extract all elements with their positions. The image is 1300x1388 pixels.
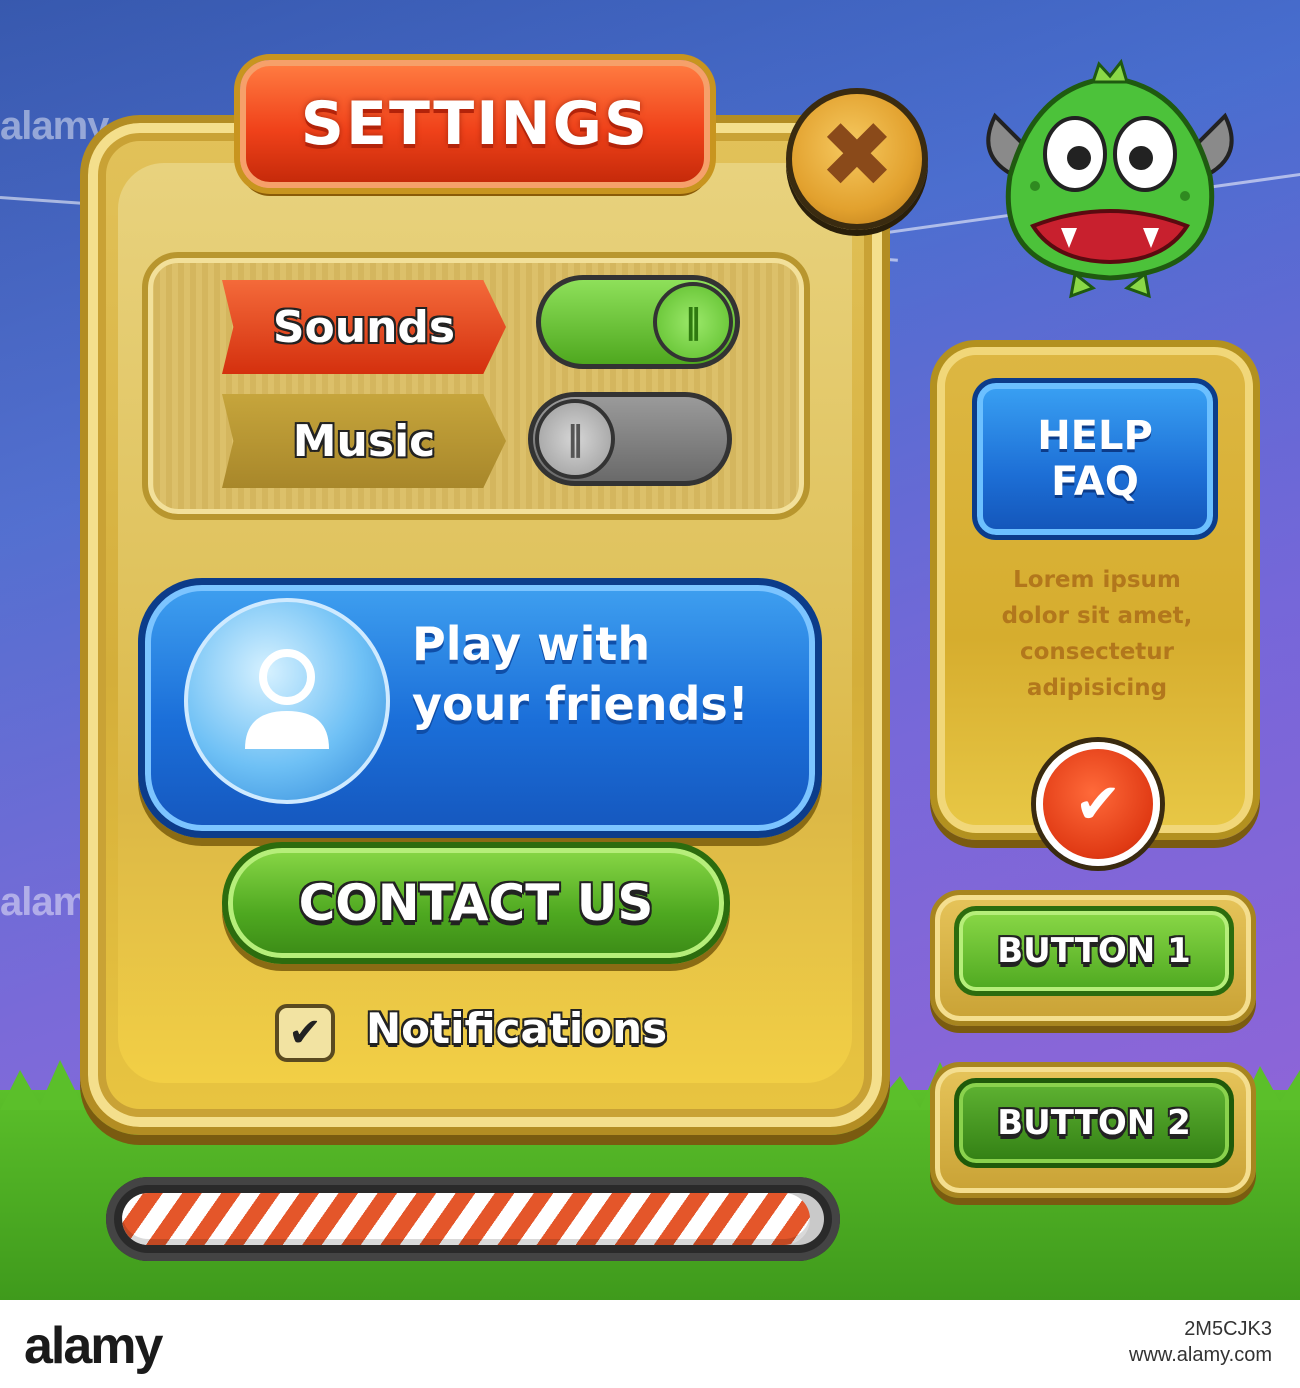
sounds-label-tag: Sounds bbox=[222, 280, 506, 374]
music-label: Music bbox=[292, 415, 436, 467]
user-icon-bubble bbox=[184, 598, 390, 804]
help-text-line: dolor sit amet, bbox=[1001, 603, 1193, 629]
help-text-line: Lorem ipsum bbox=[1013, 567, 1181, 593]
button-1[interactable]: BUTTON 1 bbox=[954, 906, 1234, 996]
help-line-1: HELP bbox=[1037, 413, 1153, 459]
help-description: Lorem ipsum dolor sit amet, consectetur … bbox=[962, 562, 1232, 706]
notifications-checkbox[interactable]: ✔ bbox=[275, 1004, 335, 1062]
play-with-friends-label: Play with your friends! bbox=[412, 614, 792, 734]
button-2[interactable]: BUTTON 2 bbox=[954, 1078, 1234, 1168]
toggle-knob-pause-icon: ‖ bbox=[653, 282, 733, 362]
help-text-line: adipisicing bbox=[1026, 675, 1168, 701]
help-text-line: consectetur bbox=[1019, 639, 1175, 665]
music-toggle[interactable]: ‖ bbox=[528, 392, 732, 486]
checkmark-icon: ✔ bbox=[1074, 771, 1122, 837]
footer-image-id: 2M5CJK3 bbox=[1184, 1318, 1272, 1340]
stock-footer: alamy 2M5CJK3 www.alamy.com bbox=[0, 1300, 1300, 1388]
confirm-button[interactable]: ✔ bbox=[1036, 742, 1160, 866]
progress-track bbox=[122, 1193, 824, 1245]
notifications-label: Notifications bbox=[366, 1004, 668, 1053]
monster-icon bbox=[986, 58, 1234, 299]
button-2-label: BUTTON 2 bbox=[997, 1103, 1191, 1143]
footer-info: 2M5CJK3 www.alamy.com bbox=[1129, 1316, 1272, 1368]
progress-bar bbox=[106, 1177, 840, 1261]
user-icon bbox=[245, 649, 329, 749]
sounds-toggle[interactable]: ‖ bbox=[536, 275, 740, 369]
settings-title: SETTINGS bbox=[300, 89, 650, 159]
close-x-icon: ✖ bbox=[819, 103, 895, 208]
music-label-tag: Music bbox=[222, 394, 506, 488]
help-faq-button[interactable]: HELP FAQ bbox=[972, 378, 1218, 540]
friends-line-2: your friends! bbox=[412, 677, 749, 731]
friends-line-1: Play with bbox=[412, 617, 651, 671]
help-line-2: FAQ bbox=[1051, 459, 1139, 505]
contact-us-label: CONTACT US bbox=[298, 874, 654, 932]
close-button[interactable]: ✖ bbox=[786, 88, 928, 230]
button-1-label: BUTTON 1 bbox=[997, 931, 1191, 971]
progress-fill bbox=[122, 1193, 810, 1245]
footer-site: www.alamy.com bbox=[1129, 1344, 1272, 1366]
footer-logo: alamy bbox=[24, 1317, 163, 1375]
contact-us-button[interactable]: CONTACT US bbox=[222, 842, 730, 964]
toggle-knob-pause-icon: ‖ bbox=[535, 399, 615, 479]
settings-title-banner: SETTINGS bbox=[240, 60, 710, 188]
checkmark-icon: ✔ bbox=[288, 1010, 322, 1056]
sounds-label: Sounds bbox=[272, 301, 456, 353]
